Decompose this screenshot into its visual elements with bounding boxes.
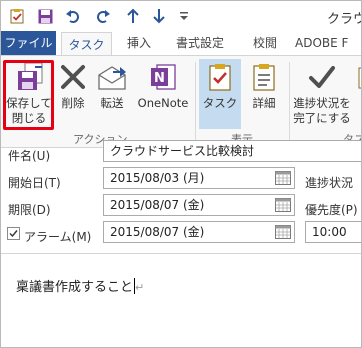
up-arrow-icon[interactable] bbox=[123, 6, 143, 26]
redo-icon[interactable] bbox=[93, 6, 113, 26]
ribbon-tabs: ファイル タスク 挿入 書式設定 校閲 ADOBE F bbox=[1, 31, 361, 56]
tab-task[interactable]: タスク bbox=[61, 32, 112, 56]
alarm-date-input[interactable]: 2015/08/07 (金) bbox=[103, 221, 295, 243]
task-clipboard-icon bbox=[204, 61, 236, 93]
subject-input[interactable]: クラウドサービス比較検討 bbox=[103, 140, 361, 162]
save-icon[interactable] bbox=[35, 6, 55, 26]
due-date-input[interactable]: 2015/08/07 (金) bbox=[103, 194, 295, 216]
priority-label: 優先度(P) bbox=[305, 203, 358, 217]
task-view-button[interactable]: タスク bbox=[199, 59, 241, 129]
calendar-icon[interactable] bbox=[274, 196, 292, 214]
ribbon-separator bbox=[195, 62, 196, 144]
forward-mail-icon bbox=[96, 61, 128, 93]
alarm-label: アラーム(M) bbox=[24, 230, 92, 244]
svg-text:N: N bbox=[154, 71, 165, 86]
due-date-label: 期限(D) bbox=[8, 203, 51, 217]
mark-complete-label-line2: 完了にする bbox=[293, 111, 351, 125]
ribbon-separator bbox=[289, 62, 290, 144]
title-bar: クラウ bbox=[1, 1, 361, 31]
checkmark-icon bbox=[306, 61, 338, 93]
tab-insert[interactable]: 挿入 bbox=[119, 31, 159, 55]
body-divider bbox=[1, 253, 361, 254]
customize-quick-access-icon[interactable] bbox=[174, 6, 194, 26]
task-sheet: 件名(U) クラウドサービス比較検討 開始日(T) 2015/08/03 (月)… bbox=[1, 140, 361, 347]
onenote-icon: N bbox=[147, 61, 179, 93]
down-arrow-icon[interactable] bbox=[149, 6, 169, 26]
calendar-icon[interactable] bbox=[274, 223, 292, 241]
tab-adobe[interactable]: ADOBE F bbox=[295, 31, 361, 55]
mark-complete-button[interactable]: 進捗状況を 完了にする bbox=[292, 59, 352, 129]
cut-off-icon bbox=[349, 61, 361, 93]
onenote-button[interactable]: N OneNote bbox=[133, 59, 193, 129]
task-window: クラウ ファイル タスク 挿入 書式設定 校閲 ADOBE F 保存して 閉じる bbox=[0, 0, 362, 348]
subject-label-text: 件名(U) bbox=[8, 149, 51, 163]
task-app-icon[interactable] bbox=[7, 6, 27, 26]
alarm-date-value: 2015/08/07 (金) bbox=[110, 225, 205, 239]
window-title: クラウ bbox=[327, 12, 361, 27]
tab-format[interactable]: 書式設定 bbox=[167, 31, 233, 55]
status-label: 進捗状況 bbox=[305, 176, 354, 190]
calendar-icon[interactable] bbox=[274, 169, 292, 187]
delete-label: 削除 bbox=[61, 96, 85, 110]
details-button[interactable]: 詳細 bbox=[243, 59, 285, 129]
alarm-time-input[interactable]: 10:00 bbox=[305, 221, 361, 243]
paragraph-mark: ↵ bbox=[135, 281, 145, 294]
details-clipboard-icon bbox=[248, 61, 280, 93]
alarm-checkbox-box[interactable] bbox=[7, 227, 20, 240]
delete-button[interactable]: 削除 bbox=[55, 59, 91, 129]
mark-complete-label-line1: 進捗状況を bbox=[293, 96, 351, 110]
next-ribbon-button-partial[interactable] bbox=[353, 59, 361, 129]
tab-review[interactable]: 校閲 bbox=[245, 31, 285, 55]
task-body-editor[interactable]: 稟議書作成すること ↵ bbox=[16, 276, 144, 295]
tab-file[interactable]: ファイル bbox=[1, 31, 56, 55]
start-date-value: 2015/08/03 (月) bbox=[110, 171, 205, 185]
details-label: 詳細 bbox=[252, 96, 276, 110]
save-close-highlight-box bbox=[3, 60, 54, 130]
delete-x-icon bbox=[57, 61, 89, 93]
task-view-label: タスク bbox=[202, 96, 238, 110]
start-date-label: 開始日(T) bbox=[8, 176, 61, 190]
ribbon: 保存して 閉じる 削除 転送 N OneNote タスク 詳細 進捗状況を 完了… bbox=[1, 55, 361, 148]
due-date-value: 2015/08/07 (金) bbox=[110, 198, 205, 212]
onenote-label: OneNote bbox=[137, 96, 189, 110]
forward-button[interactable]: 転送 bbox=[92, 59, 132, 129]
undo-icon[interactable] bbox=[63, 6, 83, 26]
task-body-text: 稟議書作成すること bbox=[16, 280, 134, 295]
start-date-input[interactable]: 2015/08/03 (月) bbox=[103, 167, 295, 189]
forward-label: 転送 bbox=[100, 96, 124, 110]
mark-complete-label: 進捗状況を 完了にする bbox=[292, 96, 352, 126]
